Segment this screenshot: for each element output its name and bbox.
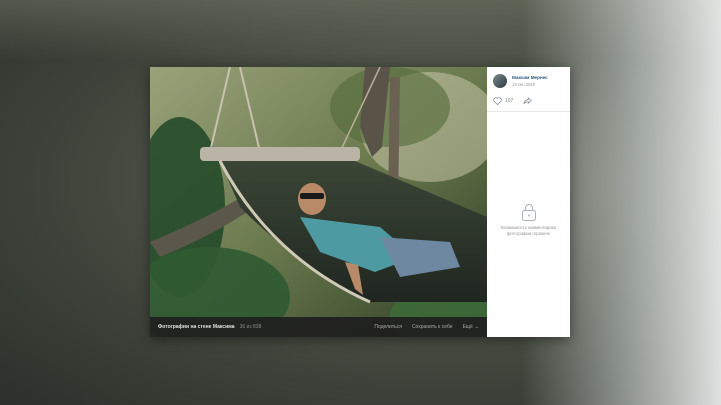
share-icon-button[interactable] [523, 97, 533, 105]
author-name-link[interactable]: Максим Мернес [512, 75, 548, 80]
heart-icon [493, 97, 502, 105]
comments-locked-text: Возможность комментирова фотографии огра… [501, 225, 556, 236]
photo-footer: Фотографии на стене Максима 36 из 838 По… [150, 317, 487, 337]
author-block: Максим Мернес 13 сен 2020 [487, 67, 570, 91]
album-title-link[interactable]: Фотографии на стене Максима [158, 324, 235, 330]
photo-counter: 36 из 838 [239, 324, 262, 330]
footer-actions: Поделиться Сохранить к себе Ещё ⌄ [364, 324, 479, 330]
divider [487, 111, 570, 112]
chevron-down-icon: ⌄ [474, 324, 479, 330]
photo-viewer: Фотографии на стене Максима 36 из 838 По… [150, 67, 570, 337]
share-icon [523, 97, 533, 105]
photo-sidebar: Максим Мернес 13 сен 2020 107 Возможност… [487, 67, 570, 337]
like-button[interactable]: 107 [493, 97, 513, 105]
author-text: Максим Мернес 13 сен 2020 [512, 75, 548, 87]
post-date[interactable]: 13 сен 2020 [512, 82, 548, 87]
avatar[interactable] [493, 74, 507, 88]
share-button[interactable]: Поделиться [374, 324, 402, 330]
post-actions: 107 [487, 91, 570, 111]
more-button[interactable]: Ещё ⌄ [463, 324, 479, 330]
lock-icon [521, 204, 536, 221]
photo[interactable]: Фотографии на стене Максима 36 из 838 По… [150, 67, 487, 337]
comments-locked-notice: Возможность комментирова фотографии огра… [487, 203, 570, 237]
photo-image [150, 67, 487, 337]
like-count: 107 [505, 98, 514, 104]
more-label: Ещё [462, 324, 473, 330]
save-button[interactable]: Сохранить к себе [412, 324, 453, 330]
